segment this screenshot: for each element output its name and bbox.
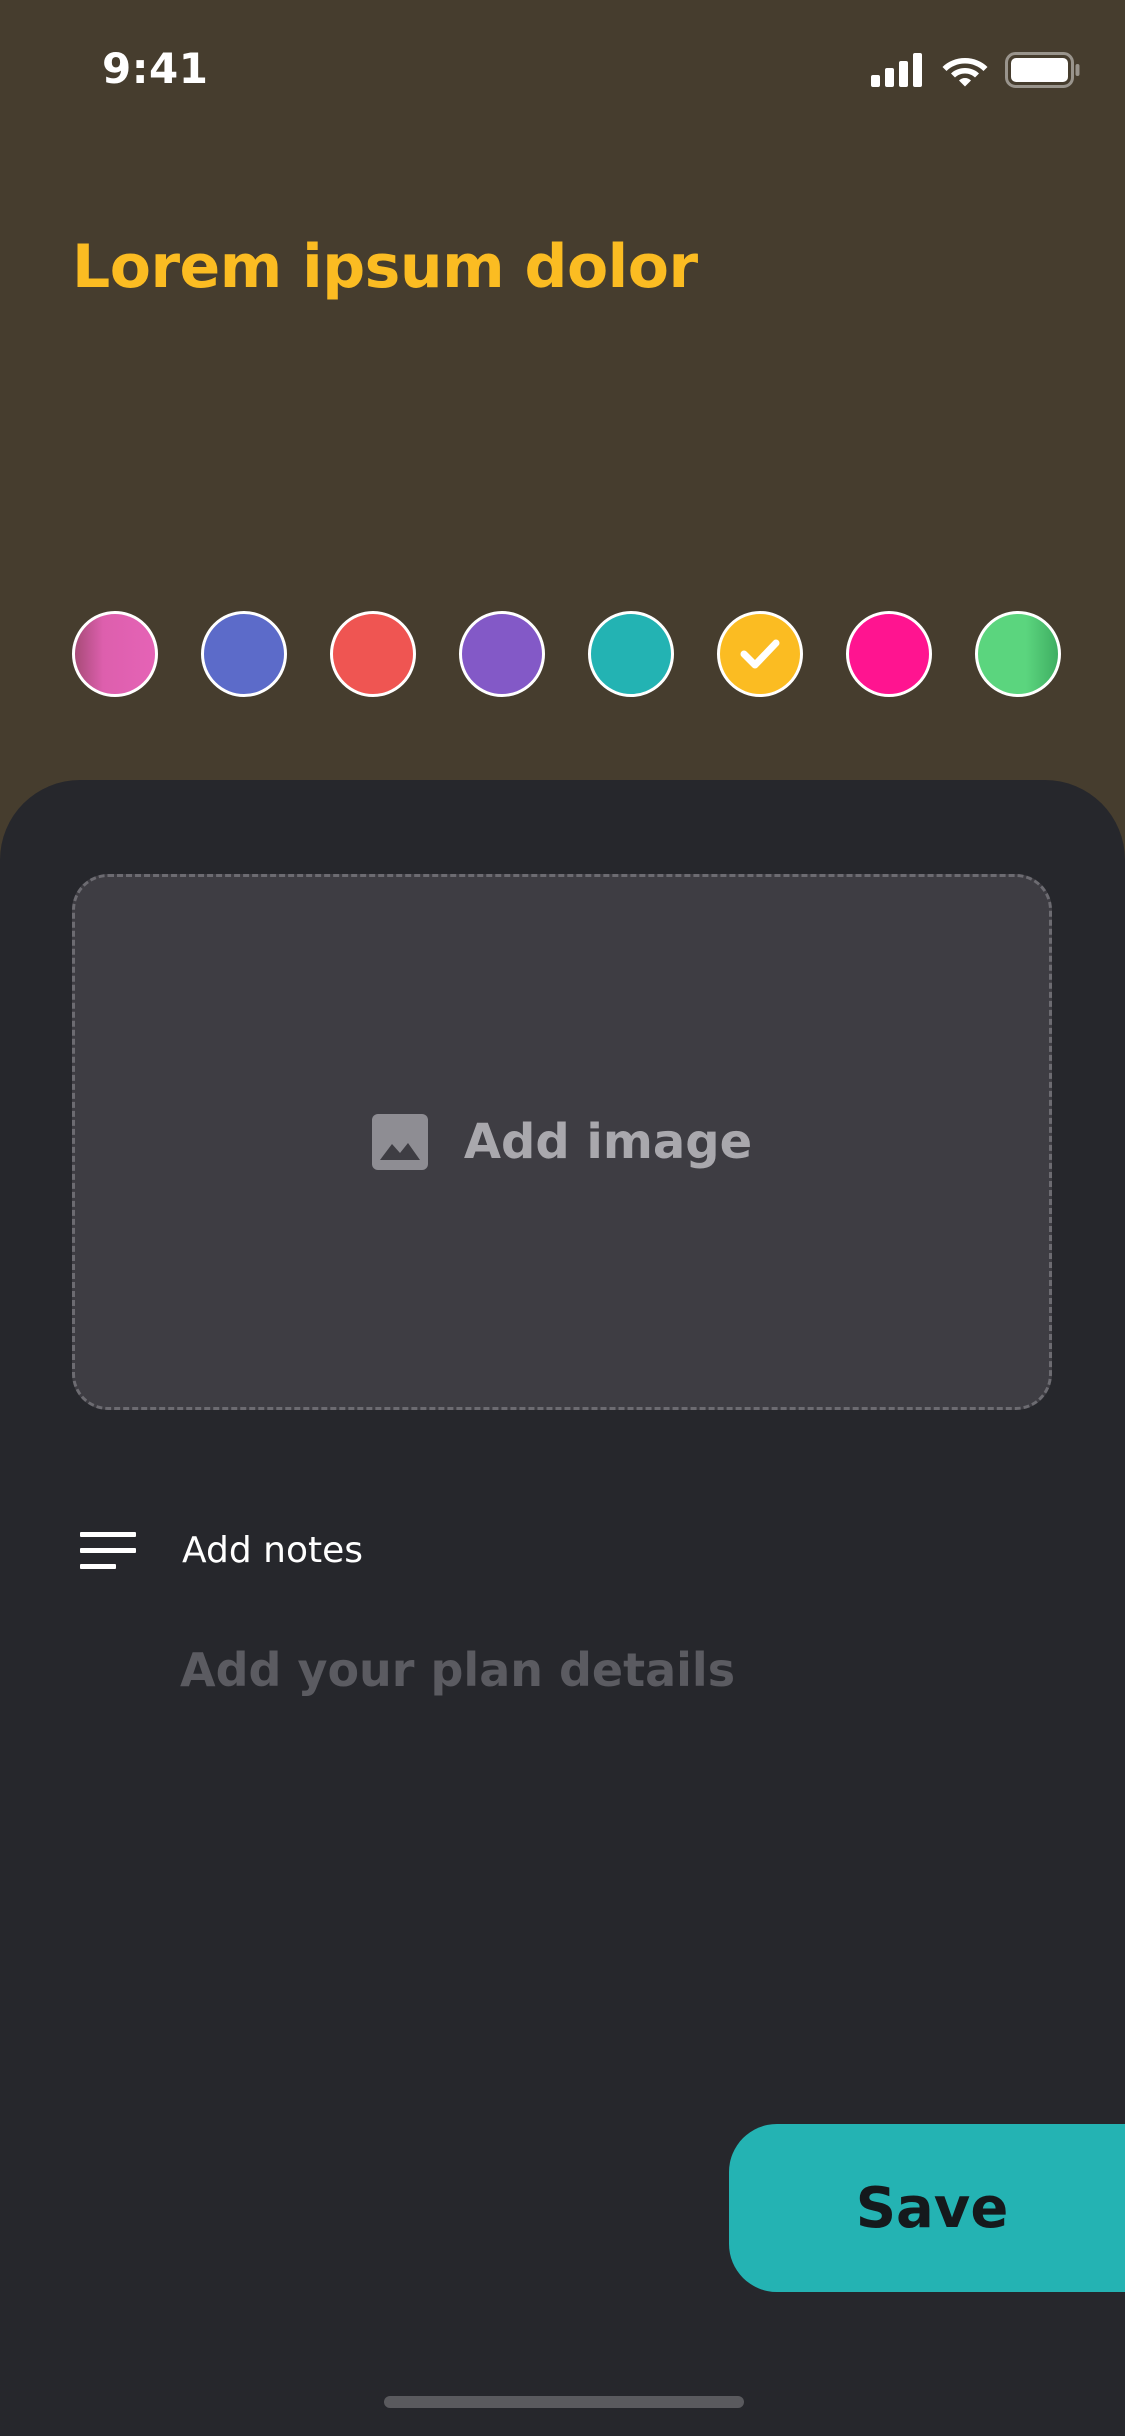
status-time: 9:41 <box>102 44 209 93</box>
notes-header: Add notes <box>80 1530 363 1571</box>
notes-label: Add notes <box>182 1530 364 1571</box>
page-title: Lorem ipsum dolor <box>72 232 698 302</box>
color-swatch-pink[interactable] <box>72 611 158 697</box>
color-swatch-indigo[interactable] <box>201 611 287 697</box>
color-swatch-amber-selected[interactable] <box>717 611 803 697</box>
color-swatch-purple[interactable] <box>459 611 545 697</box>
home-indicator <box>384 2396 744 2408</box>
text-lines-icon <box>80 1531 136 1569</box>
status-icons <box>871 50 1081 90</box>
color-swatch-list <box>72 611 1061 697</box>
add-image-dropzone[interactable]: Add image <box>72 874 1052 1410</box>
signal-icon <box>871 53 922 87</box>
color-swatch-red[interactable] <box>330 611 416 697</box>
wifi-icon <box>942 58 988 87</box>
battery-icon <box>1005 52 1080 88</box>
checkmark-icon <box>740 639 780 669</box>
plan-editor-screen: 9:41 Lorem ipsum dolor Add image Add not… <box>0 0 1125 2436</box>
color-swatch-green[interactable] <box>975 611 1061 697</box>
notes-input[interactable] <box>180 1630 1040 1710</box>
image-icon <box>371 1114 428 1170</box>
add-image-label: Add image <box>463 1114 753 1170</box>
color-swatch-teal[interactable] <box>588 611 674 697</box>
status-bar: 9:41 <box>0 0 1125 140</box>
color-swatch-magenta[interactable] <box>846 611 932 697</box>
save-button[interactable]: Save <box>729 2124 1125 2292</box>
details-sheet: Add image Add notes Save <box>0 780 1125 2436</box>
